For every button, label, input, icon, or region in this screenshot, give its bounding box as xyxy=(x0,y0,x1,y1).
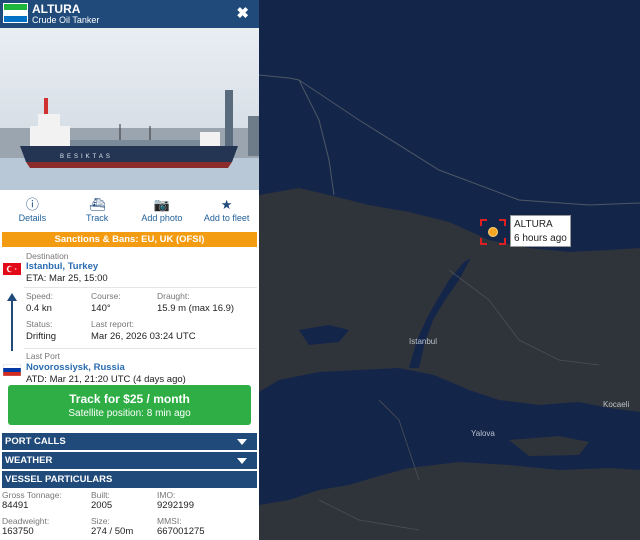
ship-icon: ⛴ xyxy=(88,197,106,212)
atd-value: ATD: Mar 21, 21:20 UTC xyxy=(26,374,131,385)
atd-ago: (4 days ago) xyxy=(133,374,186,385)
chevron-down-icon xyxy=(237,439,247,445)
imo: IMO: 9292199 xyxy=(157,490,194,511)
vessel-name: ALTURA xyxy=(32,2,81,16)
details-label: Details xyxy=(18,213,47,223)
track-title: Track for $25 / month xyxy=(69,392,190,406)
last-report-value: Mar 26, 2026 03:24 UTC xyxy=(91,331,196,342)
mmsi-value: 667001275 xyxy=(157,526,205,537)
map-canvas[interactable] xyxy=(259,0,640,540)
weather-section[interactable]: WEATHER xyxy=(2,452,257,469)
add-to-fleet-label: Add to fleet xyxy=(203,213,250,223)
vessel-tooltip: ALTURA 6 hours ago xyxy=(510,215,571,247)
gross-tonnage-value: 84491 xyxy=(2,500,29,511)
built: Built: 2005 xyxy=(91,490,112,511)
built-value: 2005 xyxy=(91,500,113,511)
star-icon: ★ xyxy=(220,197,233,212)
course-label: Course: xyxy=(91,291,121,301)
tooltip-vessel-name: ALTURA xyxy=(514,219,553,230)
add-photo-button[interactable]: 📷 Add photo xyxy=(130,190,195,232)
last-port-label: Last Port xyxy=(26,351,61,361)
deadweight-value: 163750 xyxy=(2,526,34,537)
sanctions-banner[interactable]: Sanctions & Bans: EU, UK (OFSI) xyxy=(2,232,257,247)
status-label: Status: xyxy=(26,319,53,329)
vessel-type: Crude Oil Tanker xyxy=(32,15,100,25)
deadweight-label: Deadweight: xyxy=(2,516,50,526)
vessel-panel: ALTURA Crude Oil Tanker ✖ BESIKTAS ⓘ Det… xyxy=(0,0,259,540)
eta-value: ETA: Mar 25, 15:00 xyxy=(26,273,108,284)
track-button[interactable]: ⛴ Track xyxy=(65,190,130,232)
vessel-particulars-section[interactable]: VESSEL PARTICULARS xyxy=(2,471,257,488)
port-calls-label: PORT CALLS xyxy=(5,436,66,447)
imo-label: IMO: xyxy=(157,490,176,500)
deadweight: Deadweight: 163750 xyxy=(2,516,49,537)
draught-label: Draught: xyxy=(157,291,190,301)
size-label: Size: xyxy=(91,516,110,526)
destination-label: Destination xyxy=(26,251,69,261)
info-icon: ⓘ xyxy=(25,197,39,212)
track-subtitle: Satellite position: 8 min ago xyxy=(68,408,191,419)
port-calls-section[interactable]: PORT CALLS xyxy=(2,433,257,450)
vessel-photo[interactable]: BESIKTAS xyxy=(0,28,259,190)
last-port-link[interactable]: Novorossiysk, Russia xyxy=(26,362,125,373)
mmsi: MMSI: 667001275 xyxy=(157,516,205,537)
status-value: Drifting xyxy=(26,331,57,342)
weather-label: WEATHER xyxy=(5,455,53,466)
built-label: Built: xyxy=(91,490,110,500)
city-label-kocaeli: Kocaeli xyxy=(603,400,630,409)
track-subscribe-button[interactable]: Track for $25 / month Satellite position… xyxy=(8,385,251,425)
size: Size: 274 / 50m xyxy=(91,516,133,537)
details-button[interactable]: ⓘ Details xyxy=(0,190,65,232)
size-value: 274 / 50m xyxy=(91,526,134,537)
camera-icon: 📷 xyxy=(153,197,170,212)
close-icon[interactable]: ✖ xyxy=(236,4,249,22)
vessel-dot[interactable] xyxy=(488,227,498,237)
chevron-down-icon xyxy=(237,458,247,464)
speed-label: Speed: xyxy=(26,291,53,301)
add-to-fleet-button[interactable]: ★ Add to fleet xyxy=(194,190,259,232)
city-label-istanbul: Istanbul xyxy=(409,337,438,346)
add-photo-label: Add photo xyxy=(141,213,183,223)
gross-tonnage-label: Gross Tonnage: xyxy=(2,490,62,500)
city-label-yalova: Yalova xyxy=(471,429,495,438)
track-label: Track xyxy=(86,213,109,223)
action-bar: ⓘ Details ⛴ Track 📷 Add photo ★ Add to f… xyxy=(0,190,259,232)
flag-icon xyxy=(3,3,28,23)
tooltip-time: 6 hours ago xyxy=(514,233,567,244)
vessel-particulars-label: VESSEL PARTICULARS xyxy=(5,474,113,485)
map-view[interactable]: Istanbul Kocaeli Yalova ALTURA 6 hours a… xyxy=(259,0,640,540)
last-report-label: Last report: xyxy=(91,319,134,329)
mmsi-label: MMSI: xyxy=(157,516,182,526)
vessel-position-marker[interactable] xyxy=(480,219,506,245)
destination-link[interactable]: Istanbul, Turkey xyxy=(26,261,98,272)
course-value: 140° xyxy=(91,303,111,314)
draught-value: 15.9 m (max 16.9) xyxy=(157,303,235,314)
imo-value: 9292199 xyxy=(157,500,194,511)
gross-tonnage: Gross Tonnage: 84491 xyxy=(2,490,62,511)
voyage-arrow-icon xyxy=(7,293,17,351)
speed-value: 0.4 kn xyxy=(26,303,52,314)
turkey-flag-icon xyxy=(3,263,21,275)
vessel-photo-image: BESIKTAS xyxy=(0,28,259,190)
russia-flag-icon xyxy=(3,364,21,376)
hull-text: BESIKTAS xyxy=(60,154,113,160)
panel-header: ALTURA Crude Oil Tanker ✖ xyxy=(0,0,259,28)
